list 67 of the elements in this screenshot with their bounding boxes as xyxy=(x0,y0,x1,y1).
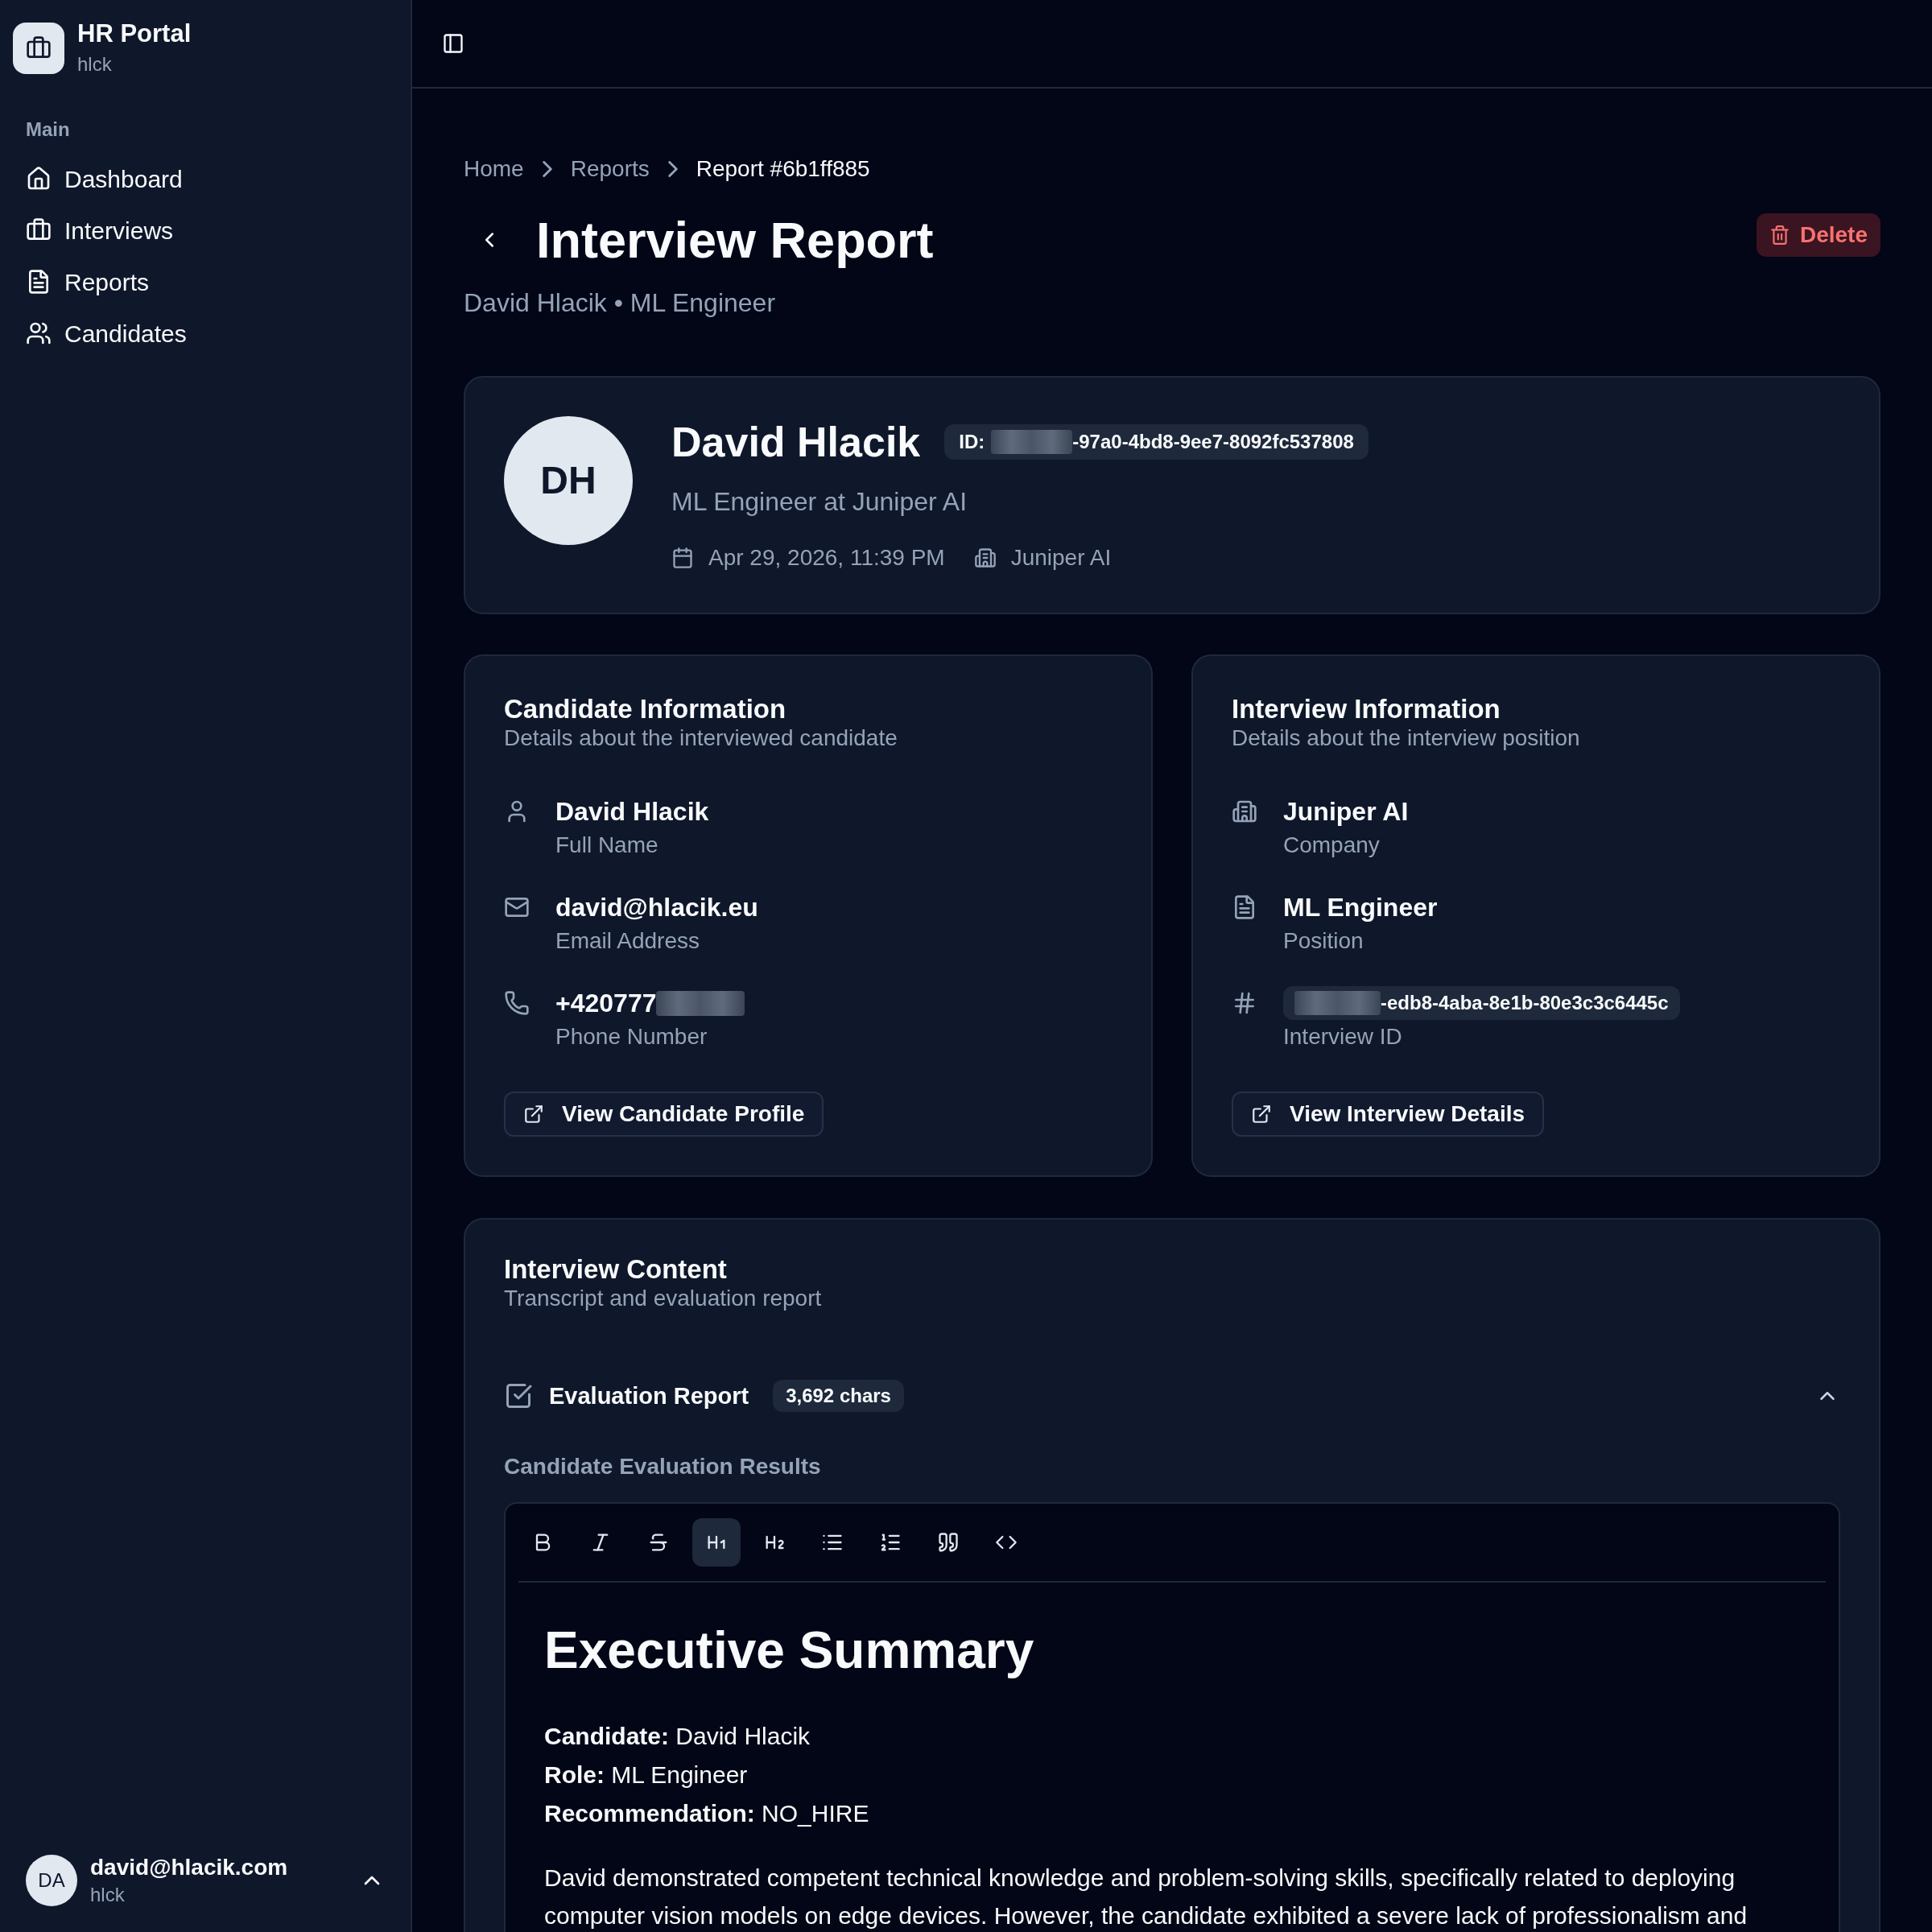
user-avatar: DA xyxy=(26,1855,77,1906)
id-value: -97a0-4bd8-9ee7-8092fc537808 xyxy=(1072,430,1354,454)
card-description: Details about the interview position xyxy=(1232,724,1580,752)
building-icon xyxy=(1232,799,1257,824)
summary-paragraph: David demonstrated competent technical knowledge and problem-solving skills, specifically related to deploying computer vision models on edge devices. However, the candidate exhibited a severe lack of professionalism and xyxy=(544,1864,1748,1930)
view-details-button[interactable]: View Candidate Profile xyxy=(504,1092,824,1137)
section-title: Evaluation Report xyxy=(549,1382,749,1410)
interview-date: Apr 29, 2026, 11:39 PM xyxy=(708,544,945,572)
field-label: Company xyxy=(1283,832,1380,859)
card-title: Interview Information xyxy=(1232,695,1501,724)
checkbox-icon xyxy=(504,1381,533,1410)
users-icon xyxy=(26,320,52,346)
phone-icon xyxy=(504,990,530,1016)
char-count-badge: 3,692 chars xyxy=(773,1380,904,1412)
nav-item[interactable]: Dashboard xyxy=(13,153,398,204)
field-label: Email Address xyxy=(555,927,700,955)
user-email: david@hlacik.com xyxy=(90,1854,288,1881)
chevron-right-icon xyxy=(667,161,678,177)
document-heading: Executive Summary xyxy=(544,1620,1034,1681)
heading-1-button[interactable] xyxy=(692,1518,741,1567)
id-label: ID: xyxy=(959,430,985,454)
summary-line: Role: ML Engineer xyxy=(544,1761,748,1790)
candidate-name: David Hlacik xyxy=(671,418,921,467)
briefcase-logo-icon xyxy=(13,23,64,74)
view-details-button[interactable]: View Interview Details xyxy=(1232,1092,1545,1137)
card-description: Details about the interviewed candidate xyxy=(504,724,898,752)
trash-icon xyxy=(1769,225,1790,246)
quote-icon xyxy=(937,1531,960,1554)
id-value: -edb8-4aba-8e1b-80e3c3c6445c xyxy=(1381,991,1669,1015)
breadcrumb-link[interactable]: Reports xyxy=(570,153,650,185)
field-label: Interview ID xyxy=(1283,1023,1402,1051)
house-icon xyxy=(26,166,52,192)
chevron-right-icon xyxy=(542,161,552,177)
field-value: David Hlacik xyxy=(555,796,709,828)
external-link-icon xyxy=(523,1104,544,1125)
field-value: +420777 xyxy=(555,988,657,1019)
user-workspace: hlck xyxy=(90,1883,125,1907)
editor-heading: Candidate Evaluation Results xyxy=(504,1453,821,1480)
calendar-icon xyxy=(671,547,694,569)
delete-button[interactable]: Delete xyxy=(1756,213,1880,257)
summary-line: Recommendation: NO_HIRE xyxy=(544,1799,869,1828)
nav-group-label: Main xyxy=(26,118,70,142)
nav-item[interactable]: Candidates xyxy=(13,308,398,359)
panel-icon xyxy=(442,32,464,55)
field-value: Juniper AI xyxy=(1283,796,1409,828)
card-title: Interview Content xyxy=(504,1255,727,1284)
field-label: Position xyxy=(1283,927,1364,955)
card-description: Transcript and evaluation report xyxy=(504,1285,822,1312)
profile-avatar: DH xyxy=(504,416,633,545)
company-name: Juniper AI xyxy=(1010,544,1112,572)
breadcrumb-current: Report #6b1ff885 xyxy=(696,155,870,183)
app-name: HR Portal xyxy=(77,19,192,48)
page-subtitle: David Hlacik • ML Engineer xyxy=(464,287,776,319)
nav-item[interactable]: Reports xyxy=(13,256,398,308)
field-value: ML Engineer xyxy=(1283,892,1438,923)
candidate-headline: ML Engineer at Juniper AI xyxy=(671,486,968,518)
building-icon xyxy=(973,547,997,569)
nav-item[interactable]: Interviews xyxy=(13,204,398,256)
breadcrumb-link[interactable]: Home xyxy=(464,153,524,185)
field-label: Full Name xyxy=(555,832,658,859)
page-title: Interview Report xyxy=(536,211,934,269)
field-value: david@hlacik.eu xyxy=(555,892,758,923)
card-title: Candidate Information xyxy=(504,695,786,724)
external-link-icon xyxy=(1251,1104,1272,1125)
field-label: Phone Number xyxy=(555,1023,708,1051)
workspace-name: hlck xyxy=(77,52,112,76)
summary-line: Candidate: David Hlacik xyxy=(544,1722,811,1751)
